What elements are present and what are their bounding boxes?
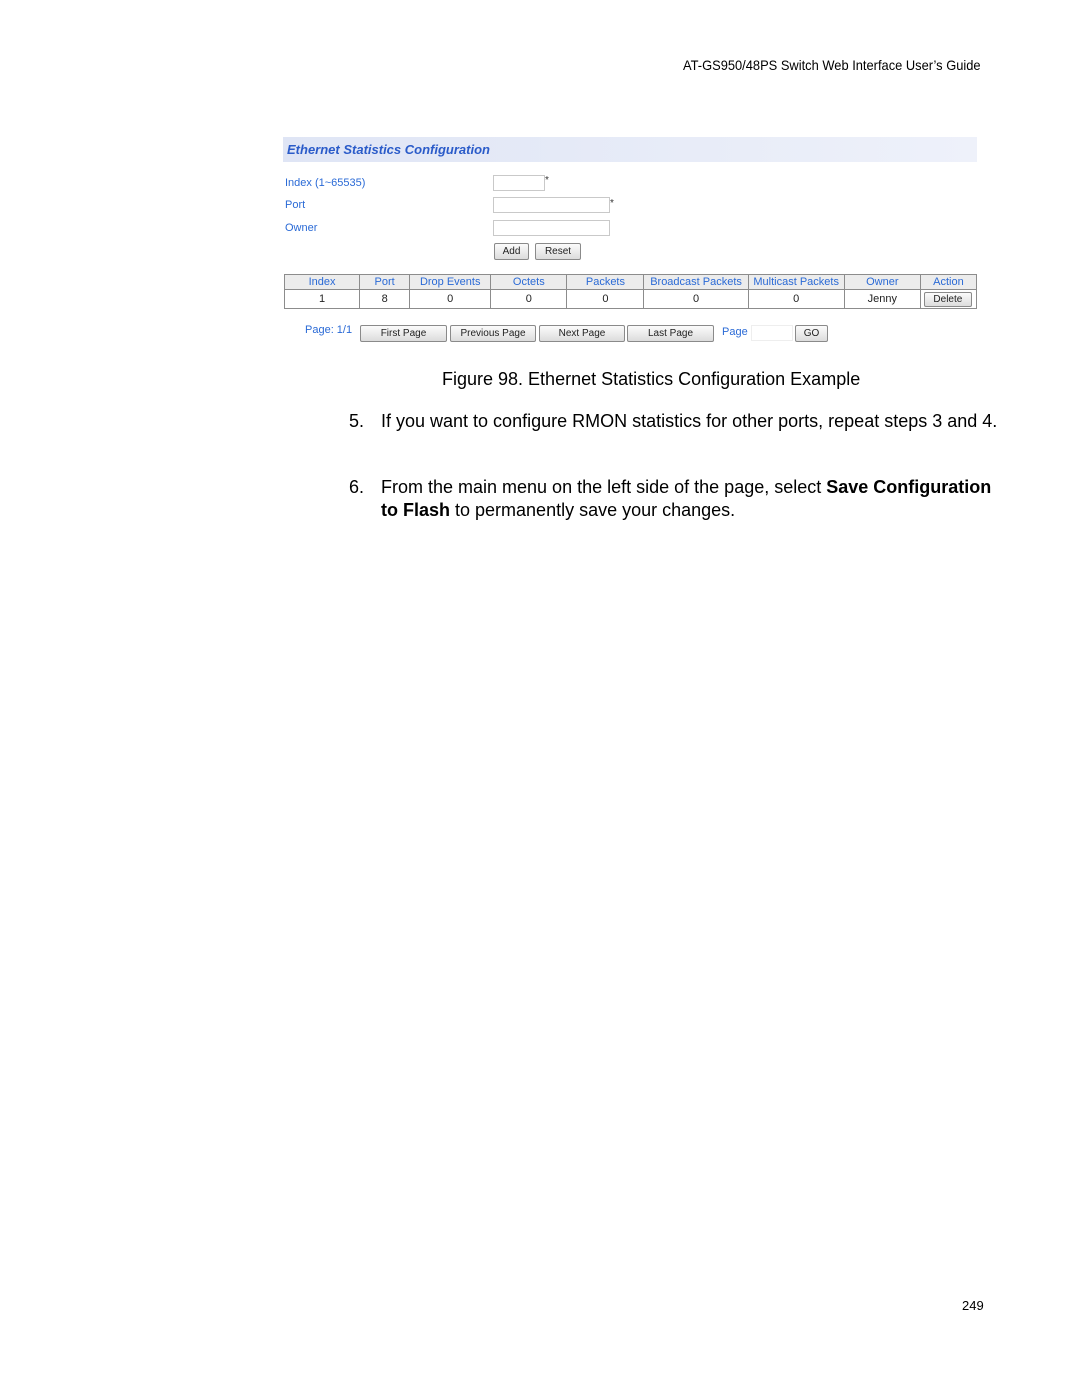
page-label: Page — [722, 326, 748, 338]
index-input[interactable] — [493, 175, 545, 191]
go-button[interactable]: GO — [795, 325, 828, 342]
delete-button[interactable]: Delete — [923, 291, 972, 307]
cell-multicast-packets: 0 — [747, 289, 845, 309]
column-header-packets: Packets — [566, 274, 645, 290]
column-header-index: Index — [283, 274, 361, 290]
page-status: Page: 1/1 — [305, 324, 353, 336]
port-label: Port — [285, 199, 306, 211]
last-page-button[interactable]: Last Page — [627, 325, 714, 342]
port-required-marker: * — [610, 198, 614, 209]
column-header-broadcast-packets: Broadcast Packets — [643, 274, 749, 290]
step-number: 6. — [349, 477, 365, 497]
step-text-after: to permanently save your changes. — [450, 500, 736, 520]
column-header-octets: Octets — [490, 274, 568, 290]
statistics-table: Index Port Drop Events Octets Packets Br… — [283, 274, 978, 309]
owner-label: Owner — [285, 222, 318, 234]
step-number: 5. — [349, 411, 365, 431]
cell-broadcast-packets: 0 — [643, 289, 749, 309]
column-header-multicast-packets: Multicast Packets — [747, 274, 845, 290]
page-number: 249 — [962, 1298, 984, 1313]
step-text: From the main menu on the left side of t… — [381, 476, 1001, 522]
table-header-row: Index Port Drop Events Octets Packets Br… — [283, 274, 978, 290]
previous-page-button[interactable]: Previous Page — [450, 325, 536, 342]
column-header-owner: Owner — [843, 274, 921, 290]
owner-input[interactable] — [493, 220, 610, 236]
panel-title: Ethernet Statistics Configuration — [287, 142, 490, 157]
figure-caption: Figure 98. Ethernet Statistics Configura… — [442, 369, 861, 389]
column-header-port: Port — [359, 274, 411, 290]
cell-owner: Jenny — [843, 289, 921, 309]
add-button[interactable]: Add — [494, 243, 529, 260]
cell-action: Delete — [919, 289, 978, 309]
ethernet-statistics-figure: Ethernet Statistics Configuration Index … — [283, 137, 978, 342]
index-label: Index (1~65535) — [285, 177, 366, 189]
cell-octets: 0 — [490, 289, 568, 309]
document-header-title: AT-GS950/48PS Switch Web Interface User’… — [683, 57, 981, 73]
step-text: If you want to configure RMON statistics… — [381, 411, 998, 431]
cell-index: 1 — [283, 289, 361, 309]
page-number-input[interactable] — [751, 325, 793, 341]
cell-drop-events: 0 — [409, 289, 492, 309]
port-input[interactable] — [493, 197, 610, 213]
panel-title-bar: Ethernet Statistics Configuration — [283, 137, 977, 162]
index-required-marker: * — [545, 175, 549, 186]
table-row: 1 8 0 0 0 0 0 Jenny Delete — [283, 289, 978, 309]
cell-port: 8 — [359, 289, 411, 309]
cell-packets: 0 — [566, 289, 645, 309]
column-header-action: Action — [919, 274, 978, 290]
reset-button[interactable]: Reset — [535, 243, 581, 260]
step-text-before: From the main menu on the left side of t… — [381, 477, 827, 497]
first-page-button[interactable]: First Page — [360, 325, 447, 342]
column-header-drop-events: Drop Events — [409, 274, 492, 290]
next-page-button[interactable]: Next Page — [539, 325, 625, 342]
